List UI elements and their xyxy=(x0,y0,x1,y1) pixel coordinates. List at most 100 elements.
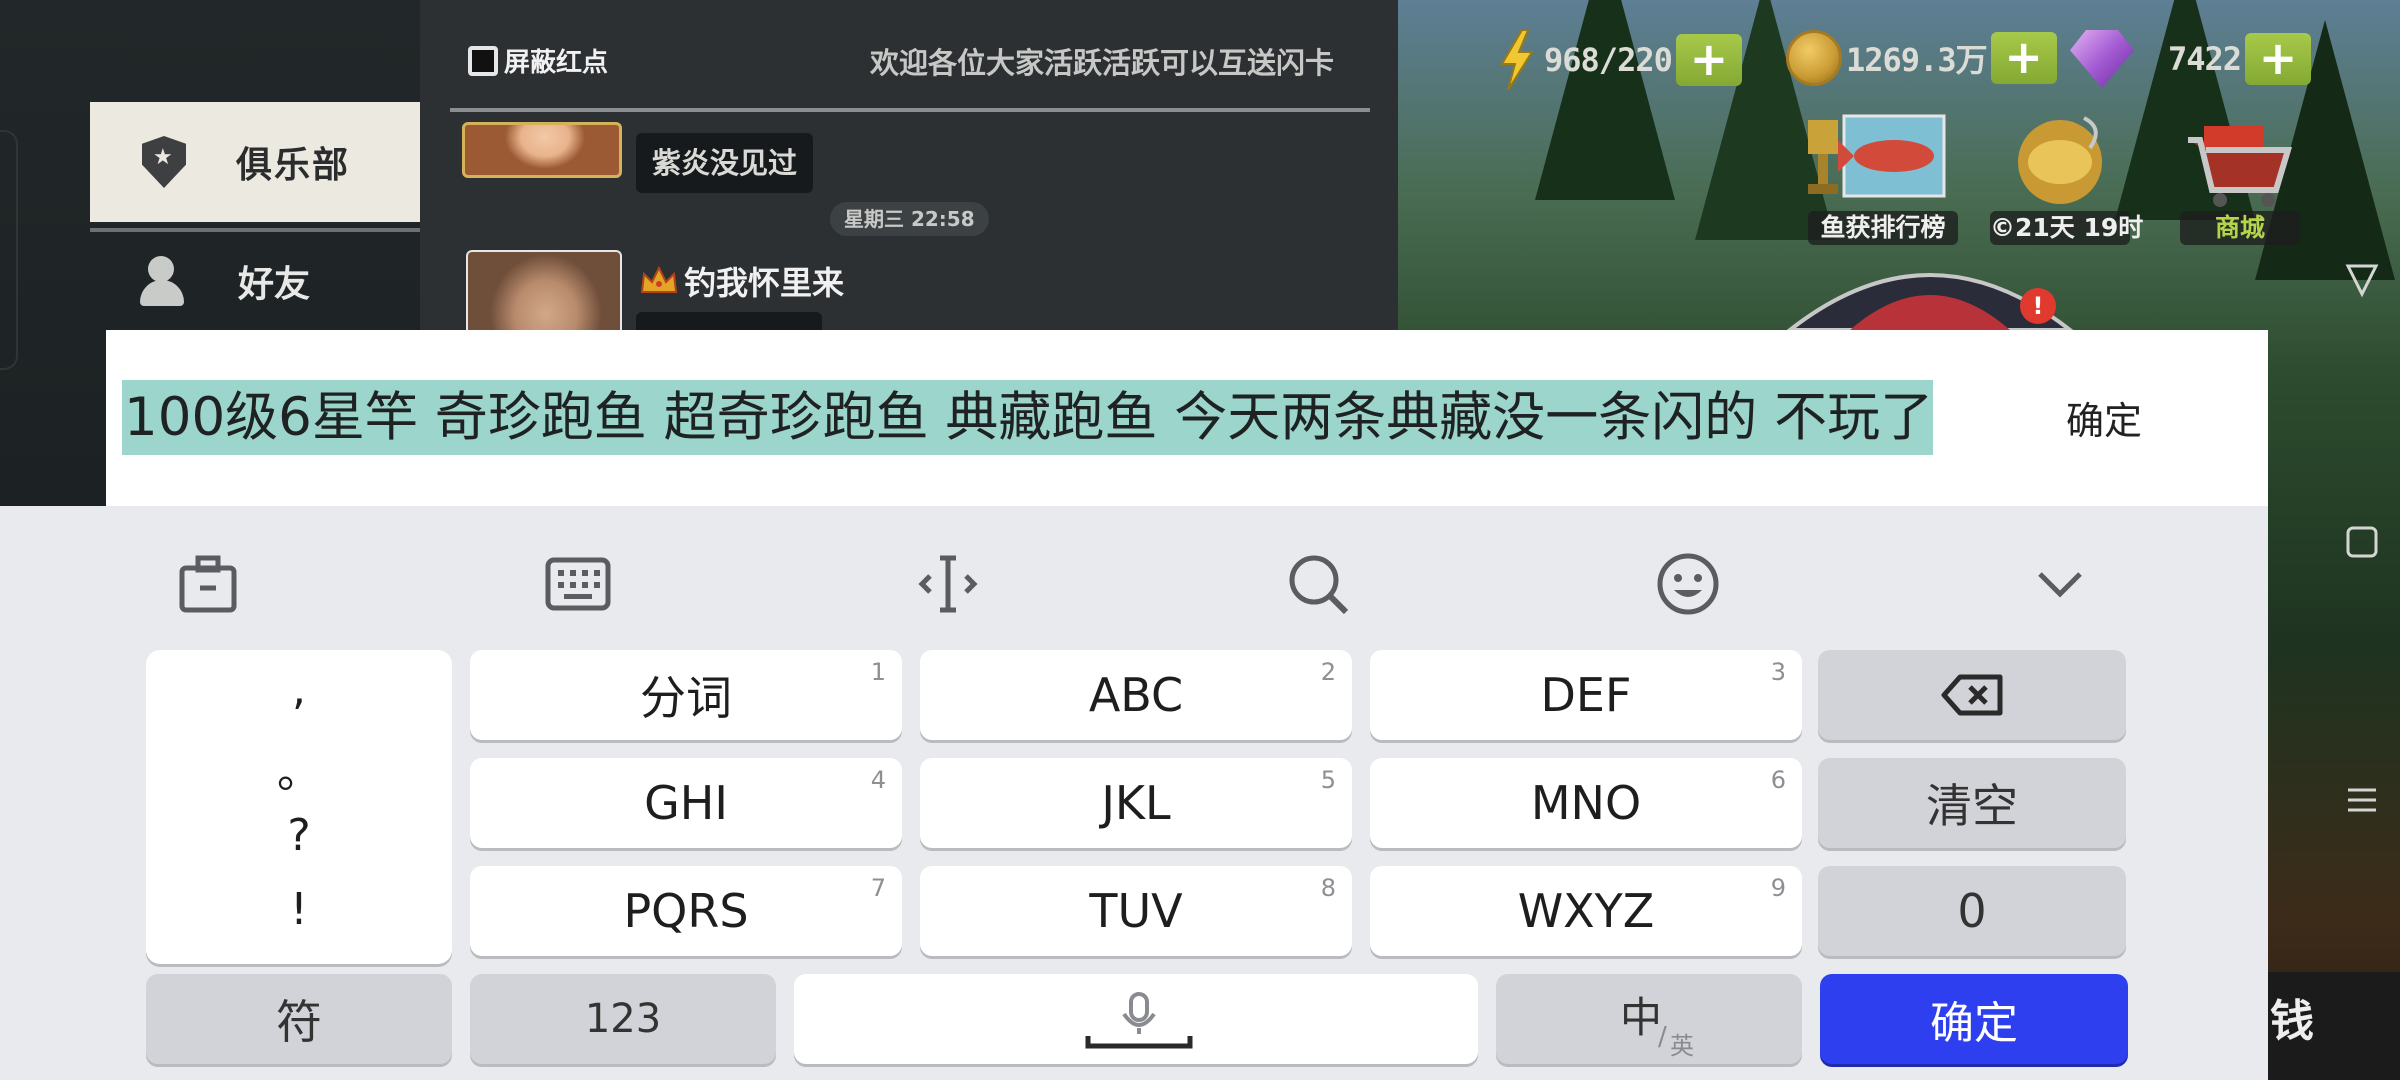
symbols-button[interactable]: 符 xyxy=(146,974,452,1064)
chat-message-bubble: 紫炎没见过 xyxy=(636,133,814,193)
chat-user-name: 钓我怀里来 xyxy=(684,264,845,302)
key-number: 2 xyxy=(1320,658,1336,686)
key-label: JKL xyxy=(1101,776,1171,830)
key-label: MNO xyxy=(1530,776,1642,830)
language-switch-button[interactable]: 中 / 英 xyxy=(1496,974,1802,1064)
key-1-segment[interactable]: 分词 1 xyxy=(470,650,902,740)
event-button[interactable]: ©21天 19时 xyxy=(1990,110,2143,245)
key-label: 分词 xyxy=(640,671,732,725)
shopping-cart-icon xyxy=(2188,126,2293,207)
numbers-button[interactable]: 123 xyxy=(470,974,776,1064)
lang-sub-label: 英 xyxy=(1670,1032,1694,1060)
text-input-bar[interactable]: 100级6星竿 奇珍跑鱼 超奇珍跑鱼 典藏跑鱼 今天两条典藏没一条闪的 不玩了 … xyxy=(106,330,2268,506)
shop-label: 商城 xyxy=(2180,211,2300,245)
punctuation-panel[interactable]: , 。 ? ! xyxy=(146,650,452,964)
key-number: 6 xyxy=(1770,766,1786,794)
leaderboard-button[interactable]: 鱼获排行榜 xyxy=(1808,110,1958,245)
key-label: TUV xyxy=(1089,884,1183,938)
energy-counter: 968/220 + xyxy=(1500,30,1742,90)
crown-icon xyxy=(640,266,678,293)
avatar[interactable] xyxy=(462,122,622,178)
backspace-icon xyxy=(1941,674,2003,716)
key-number: 3 xyxy=(1770,658,1786,686)
side-handle xyxy=(0,130,18,370)
punct-period-key[interactable]: 。 xyxy=(146,736,452,800)
checkbox-box[interactable] xyxy=(468,45,498,76)
key-5-jkl[interactable]: JKL 5 xyxy=(920,758,1352,848)
backspace-button[interactable] xyxy=(1818,650,2126,740)
numbers-label: 123 xyxy=(584,996,662,1042)
trophy-fish-icon xyxy=(1808,114,1946,198)
key-label: GHI xyxy=(644,776,728,830)
search-icon[interactable] xyxy=(1284,550,1352,618)
keyboard-icon[interactable] xyxy=(544,550,612,618)
emoji-icon[interactable] xyxy=(1654,550,1722,618)
chat-announcement: 欢迎各位大家活跃活跃可以互送闪卡 xyxy=(870,46,1335,80)
key-label: 0 xyxy=(1957,884,1987,938)
golden-fish-icon xyxy=(2018,116,2102,204)
key-8-tuv[interactable]: TUV 8 xyxy=(920,866,1352,956)
game-bottom-right-button[interactable]: 钱 xyxy=(2266,972,2400,1080)
leaderboard-label: 鱼获排行榜 xyxy=(1808,211,1958,245)
key-3-def[interactable]: DEF 3 xyxy=(1370,650,1802,740)
space-key[interactable] xyxy=(794,974,1478,1064)
coin-icon xyxy=(1786,30,1842,86)
energy-value: 968/220 xyxy=(1544,41,1673,79)
key-label: DEF xyxy=(1540,668,1632,722)
cursor-icon[interactable] xyxy=(914,550,982,618)
menu-lines-icon[interactable] xyxy=(2344,782,2380,818)
ime-keyboard: , 。 ? ! 分词 1 ABC 2 DEF 3 GHI 4 JKL 5 MNO… xyxy=(0,506,2268,1080)
key-7-pqrs[interactable]: PQRS 7 xyxy=(470,866,902,956)
key-number: 8 xyxy=(1320,874,1336,902)
tab-club-label: 俱乐部 xyxy=(236,145,351,186)
tab-friends[interactable]: 好友 xyxy=(90,228,420,330)
svg-text:!: ! xyxy=(2033,292,2044,320)
input-confirm-button[interactable]: 确定 xyxy=(2066,390,2142,445)
block-red-dot-label: 屏蔽红点 xyxy=(504,48,609,78)
key-label: PQRS xyxy=(623,884,749,938)
shield-icon xyxy=(142,136,186,188)
punct-question-key[interactable]: ? xyxy=(146,810,452,861)
chat-message-bubble xyxy=(636,312,822,330)
coin-counter: 1269.3万 + xyxy=(1786,30,2057,86)
enter-button[interactable]: 确定 xyxy=(1820,974,2128,1064)
punct-comma-key[interactable]: , xyxy=(146,664,452,715)
lightning-icon xyxy=(1500,30,1534,90)
coin-value: 1269.3万 xyxy=(1846,41,1988,79)
add-energy-button[interactable]: + xyxy=(1675,34,1742,86)
symbols-label: 符 xyxy=(276,995,322,1049)
clear-button[interactable]: 清空 xyxy=(1818,758,2126,848)
friends-icon xyxy=(138,256,188,306)
gem-counter: 7422 + xyxy=(2070,30,2312,88)
key-0[interactable]: 0 xyxy=(1818,866,2126,956)
key-number: 4 xyxy=(870,766,886,794)
clear-label: 清空 xyxy=(1926,779,2018,833)
key-number: 9 xyxy=(1770,874,1786,902)
chevron-down-icon[interactable] xyxy=(2026,550,2094,618)
key-label: ABC xyxy=(1088,668,1184,722)
avatar[interactable] xyxy=(466,250,622,330)
event-timer: ©21天 19时 xyxy=(1990,211,2143,245)
lang-main-label: 中 xyxy=(1620,993,1663,1042)
key-9-wxyz[interactable]: WXYZ 9 xyxy=(1370,866,1802,956)
shop-button[interactable]: 商城 xyxy=(2180,110,2300,245)
block-red-dot-checkbox[interactable]: 屏蔽红点 xyxy=(468,42,608,79)
enter-label: 确定 xyxy=(1930,998,2018,1049)
gem-value: 7422 xyxy=(2168,40,2242,78)
back-triangle-icon[interactable] xyxy=(2344,262,2380,298)
tab-friends-label: 好友 xyxy=(238,264,311,305)
key-number: 7 xyxy=(870,874,886,902)
key-4-ghi[interactable]: GHI 4 xyxy=(470,758,902,848)
add-coins-button[interactable]: + xyxy=(1990,32,2057,84)
key-2-abc[interactable]: ABC 2 xyxy=(920,650,1352,740)
tab-club[interactable]: 俱乐部 xyxy=(90,102,420,222)
input-text-selected[interactable]: 100级6星竿 奇珍跑鱼 超奇珍跑鱼 典藏跑鱼 今天两条典藏没一条闪的 不玩了 xyxy=(122,380,1934,455)
clipboard-icon[interactable] xyxy=(174,550,242,618)
home-square-icon[interactable] xyxy=(2344,524,2380,560)
add-gems-button[interactable]: + xyxy=(2245,33,2312,85)
key-6-mno[interactable]: MNO 6 xyxy=(1370,758,1802,848)
punct-exclaim-key[interactable]: ! xyxy=(146,884,452,935)
microphone-icon xyxy=(1085,992,1193,1049)
key-number: 5 xyxy=(1320,766,1336,794)
fishing-emblem-icon: ! xyxy=(1786,273,2074,330)
